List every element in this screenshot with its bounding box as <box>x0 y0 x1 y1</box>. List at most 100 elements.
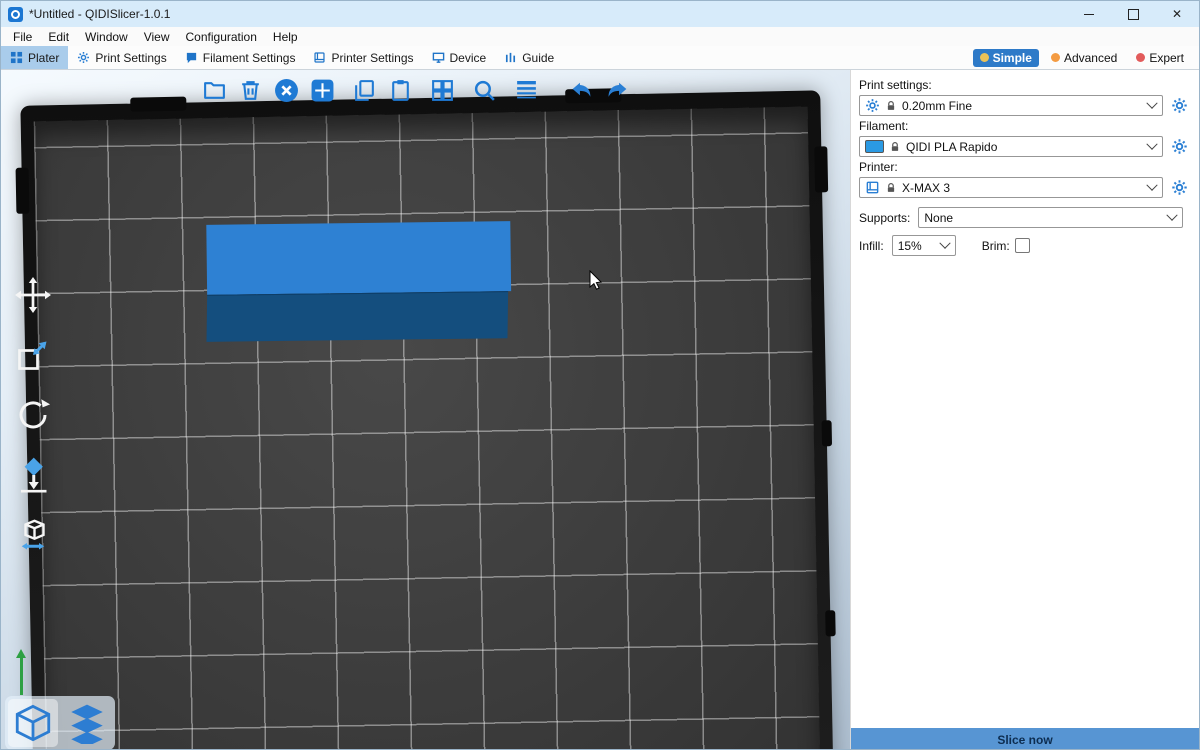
delete-all-icon <box>274 78 299 103</box>
model-object[interactable] <box>206 221 511 342</box>
print-settings-gear-button[interactable] <box>1170 96 1189 115</box>
app-logo-icon <box>8 7 23 22</box>
lock-icon <box>885 100 897 112</box>
trash-icon <box>238 78 263 103</box>
split-icon <box>430 78 455 103</box>
printer-icon <box>865 180 880 195</box>
infill-combo[interactable]: 15% <box>892 235 956 256</box>
menu-window[interactable]: Window <box>77 30 136 44</box>
model-front-face <box>206 291 508 342</box>
tab-filament-settings[interactable]: Filament Settings <box>176 46 305 69</box>
place-on-face-tool-button[interactable] <box>11 453 55 497</box>
expert-mode-dot-icon <box>1136 53 1145 62</box>
printer-combo[interactable]: X-MAX 3 <box>859 177 1163 198</box>
delete-button[interactable] <box>235 75 265 105</box>
cut-icon <box>15 517 51 553</box>
view-toggle <box>5 696 115 750</box>
bed-clip <box>822 420 832 446</box>
place-on-face-icon <box>15 457 51 493</box>
chevron-down-icon <box>1146 97 1157 108</box>
split-button[interactable] <box>427 75 457 105</box>
filament-combo[interactable]: QIDI PLA Rapido <box>859 136 1163 157</box>
menu-edit[interactable]: Edit <box>40 30 77 44</box>
menu-file[interactable]: File <box>5 30 40 44</box>
gear-icon <box>77 51 90 64</box>
maximize-icon <box>1128 9 1139 20</box>
tab-print-settings[interactable]: Print Settings <box>68 46 175 69</box>
tab-printer-settings[interactable]: Printer Settings <box>304 46 422 69</box>
bed-clip <box>825 610 835 636</box>
menubar: File Edit Window View Configuration Help <box>1 27 1199 46</box>
mode-simple[interactable]: Simple <box>973 49 1039 67</box>
filament-value: QIDI PLA Rapido <box>906 140 1143 154</box>
search-button[interactable] <box>469 75 499 105</box>
mode-advanced[interactable]: Advanced <box>1044 49 1124 67</box>
delete-all-button[interactable] <box>271 75 301 105</box>
menu-view[interactable]: View <box>136 30 178 44</box>
search-icon <box>472 78 497 103</box>
undo-icon <box>569 78 594 103</box>
open-file-button[interactable] <box>199 75 229 105</box>
arrange-button[interactable] <box>307 75 337 105</box>
infill-label: Infill: <box>859 239 884 253</box>
tab-guide[interactable]: Guide <box>495 46 563 69</box>
window-title: *Untitled - QIDISlicer-1.0.1 <box>29 7 170 21</box>
mouse-cursor <box>589 270 603 291</box>
layers-view-icon <box>66 702 108 744</box>
menu-help[interactable]: Help <box>265 30 306 44</box>
slice-now-button[interactable]: Slice now <box>851 728 1199 750</box>
gear-icon <box>865 98 880 113</box>
app-window: *Untitled - QIDISlicer-1.0.1 ✕ File Edit… <box>0 0 1200 750</box>
printer-gear-button[interactable] <box>1170 178 1189 197</box>
open-folder-icon <box>202 78 227 103</box>
chevron-down-icon <box>1146 179 1157 190</box>
arrange-icon <box>310 78 335 103</box>
scale-tool-button[interactable] <box>11 333 55 377</box>
gear-icon <box>1171 138 1188 155</box>
menu-configuration[interactable]: Configuration <box>178 30 265 44</box>
z-axis-indicator <box>20 653 23 695</box>
gear-icon <box>1171 179 1188 196</box>
mode-expert[interactable]: Expert <box>1129 49 1191 67</box>
filament-icon <box>185 51 198 64</box>
printer-label: Printer: <box>859 160 1189 174</box>
chevron-down-icon <box>1146 138 1157 149</box>
move-tool-button[interactable] <box>11 273 55 317</box>
copy-button[interactable] <box>349 75 379 105</box>
supports-label: Supports: <box>859 211 910 225</box>
printer-icon <box>313 51 326 64</box>
cut-tool-button[interactable] <box>11 513 55 557</box>
bed-clip <box>130 97 186 112</box>
filament-gear-button[interactable] <box>1170 137 1189 156</box>
viewport-toolbar <box>196 72 635 108</box>
move-icon <box>15 277 51 313</box>
redo-button[interactable] <box>602 75 632 105</box>
print-settings-value: 0.20mm Fine <box>902 99 1143 113</box>
3d-editor-view-button[interactable] <box>8 699 58 747</box>
undo-button[interactable] <box>566 75 596 105</box>
supports-combo[interactable]: None <box>918 207 1183 228</box>
plater-icon <box>10 51 23 64</box>
tab-plater[interactable]: Plater <box>1 46 68 69</box>
minimize-button[interactable] <box>1067 1 1111 27</box>
gizmo-toolbar <box>11 273 55 557</box>
titlebar: *Untitled - QIDISlicer-1.0.1 ✕ <box>1 1 1199 27</box>
rotate-tool-button[interactable] <box>11 393 55 437</box>
tab-device[interactable]: Device <box>423 46 496 69</box>
print-settings-combo[interactable]: 0.20mm Fine <box>859 95 1163 116</box>
maximize-button[interactable] <box>1111 1 1155 27</box>
close-button[interactable]: ✕ <box>1155 1 1199 27</box>
mode-switcher: Simple Advanced Expert <box>973 46 1199 69</box>
layer-height-button[interactable] <box>511 75 541 105</box>
printer-value: X-MAX 3 <box>902 181 1143 195</box>
bed-surface-grid <box>34 107 821 750</box>
print-settings-label: Print settings: <box>859 78 1189 92</box>
layer-height-icon <box>514 78 539 103</box>
chevron-down-icon <box>1166 209 1177 220</box>
device-icon <box>432 51 445 64</box>
paste-button[interactable] <box>385 75 415 105</box>
brim-checkbox[interactable] <box>1015 238 1030 253</box>
advanced-mode-dot-icon <box>1051 53 1060 62</box>
chevron-down-icon <box>939 237 950 248</box>
preview-layers-view-button[interactable] <box>62 699 112 747</box>
